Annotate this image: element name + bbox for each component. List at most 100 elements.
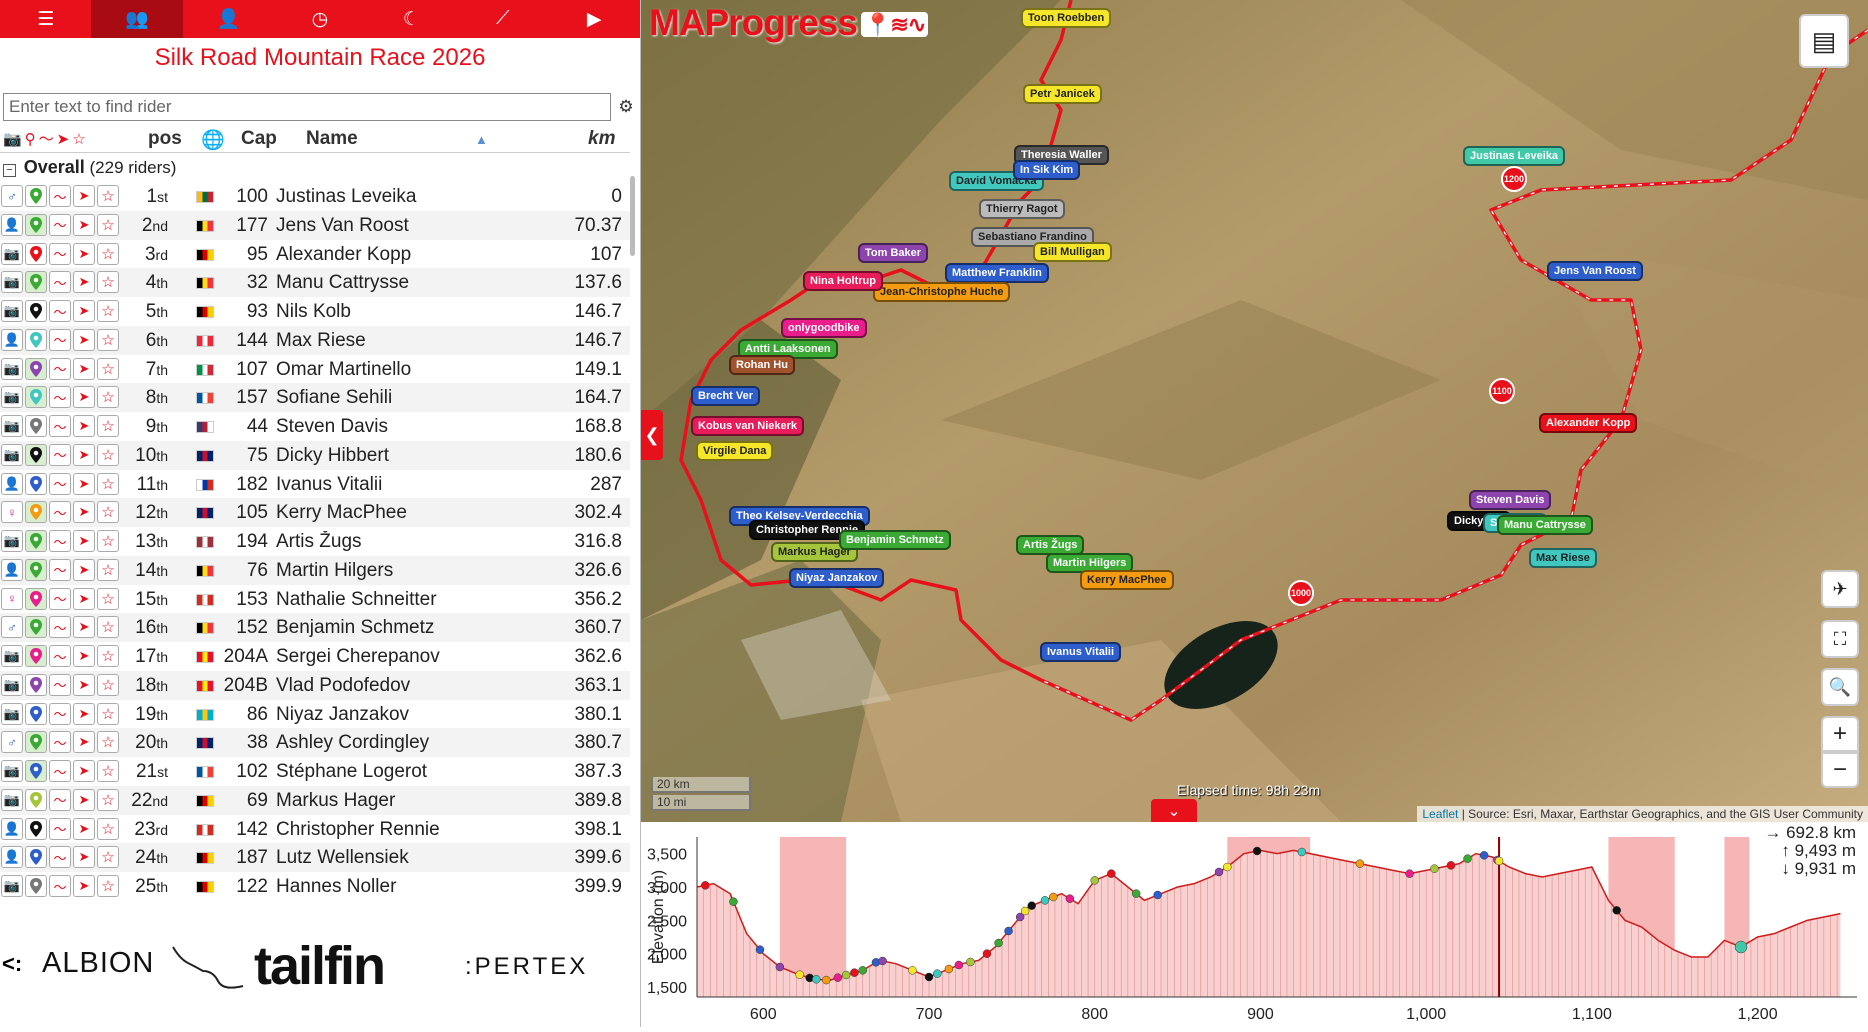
rider-marker-label[interactable]: Tom Baker [858, 243, 929, 263]
rider-marker-label[interactable]: Jean-Christophe Huche [873, 282, 1011, 302]
rider-name[interactable]: Sergei Cherepanov [276, 646, 496, 668]
table-row[interactable]: 📷 〜 ➤ ☆ 19th 86 Niyaz Janzakov 380.1 [0, 700, 630, 729]
rider-dot[interactable] [982, 949, 992, 958]
menu-icon[interactable]: ☰ [0, 0, 91, 38]
collapse-panel-button[interactable]: ❮ [641, 410, 663, 460]
map-pin-icon[interactable] [25, 788, 47, 811]
map-pin-icon[interactable] [25, 846, 47, 869]
rider-dot[interactable] [1131, 889, 1141, 898]
table-row[interactable]: ♀ 〜 ➤ ☆ 12th 105 Kerry MacPhee 302.4 [0, 498, 630, 527]
rider-type-icon[interactable]: 👤 [1, 558, 23, 581]
rider-name[interactable]: Ashley Cordingley [276, 732, 496, 754]
rider-dot[interactable] [858, 966, 867, 975]
map-pin-icon[interactable] [25, 386, 47, 409]
rider-dot[interactable] [878, 956, 887, 966]
rider-marker-label[interactable]: Brecht Ver [691, 386, 761, 406]
locate-icon[interactable]: ➤ [73, 271, 95, 294]
rider-dot[interactable] [701, 881, 710, 890]
elevation-chart[interactable]: 3,5003,0002,5002,0001,500600 700 800 900 1,0… [641, 822, 1868, 1027]
locate-icon[interactable]: ➤ [73, 242, 95, 265]
table-row[interactable]: ♀ 〜 ➤ ☆ 15th 153 Nathalie Schneitter 356.2 [0, 585, 630, 614]
rider-name[interactable]: Hannes Noller [276, 876, 496, 898]
rider-type-icon[interactable]: 📷 [1, 242, 23, 265]
rider-type-icon[interactable]: 📷 [1, 788, 23, 811]
zoom-search-icon[interactable]: 🔍 [1821, 668, 1859, 706]
favorite-icon[interactable]: ☆ [97, 213, 119, 236]
table-row[interactable]: 👤 〜 ➤ ☆ 2nd 177 Jens Van Roost 70.37 [0, 210, 630, 240]
map-pin-icon[interactable] [25, 760, 47, 782]
zoom-in-button[interactable]: + [1821, 716, 1859, 752]
satellite-terrain[interactable] [641, 0, 1868, 822]
rider-marker-label[interactable]: Kerry MacPhee [1080, 570, 1174, 590]
locate-icon[interactable]: ➤ [73, 530, 95, 552]
rider-name[interactable]: Jens Van Roost [276, 215, 496, 237]
rider-dot[interactable] [1405, 869, 1414, 878]
favorite-icon[interactable]: ☆ [97, 673, 119, 696]
table-row[interactable]: 📷 〜 ➤ ☆ 7th 107 Omar Martinello 149.1 [0, 355, 630, 384]
rider-type-icon[interactable]: 👤 [1, 328, 23, 351]
rider-type-icon[interactable]: 📷 [1, 530, 23, 552]
track-icon[interactable]: 〜 [49, 530, 71, 552]
col-header-km[interactable]: km [588, 128, 615, 150]
locate-icon[interactable]: ➤ [73, 846, 95, 869]
locate-icon[interactable]: ➤ [73, 443, 95, 466]
person-icon[interactable]: 👤 [183, 0, 274, 38]
maprogress-logo[interactable]: MAProgress 📍≋∿ [649, 2, 929, 44]
rider-marker-label[interactable]: Alexander Kopp [1539, 413, 1638, 433]
rider-marker-label[interactable]: Nina Holtrup [803, 271, 883, 291]
track-icon[interactable]: 〜 [49, 817, 71, 840]
rider-marker-label[interactable]: Steven Davis [1469, 490, 1552, 510]
rider-dot[interactable] [841, 970, 851, 980]
favorite-icon[interactable]: ☆ [97, 386, 119, 409]
collapse-icon[interactable]: − [3, 164, 16, 177]
track-icon[interactable]: 〜 [49, 846, 71, 869]
favorite-icon[interactable]: ☆ [97, 788, 119, 811]
rider-dot[interactable] [729, 897, 738, 906]
rider-type-icon[interactable]: 📷 [1, 702, 23, 725]
rider-name[interactable]: Max Riese [276, 330, 496, 352]
rider-marker-label[interactable]: Petr Janicek [1023, 84, 1102, 104]
map-pin-icon[interactable] [25, 558, 47, 581]
rider-dot[interactable] [944, 964, 954, 974]
rider-type-icon[interactable]: ♀ [1, 501, 23, 524]
favorite-icon[interactable]: ☆ [97, 271, 119, 294]
track-icon[interactable]: 〜 [49, 328, 71, 351]
table-row[interactable]: 📷 〜 ➤ ☆ 4th 32 Manu Cattrysse 137.6 [0, 268, 630, 297]
rider-marker-label[interactable]: Matthew Franklin [945, 263, 1049, 283]
locate-icon[interactable]: ➤ [73, 616, 95, 639]
track-icon[interactable]: 〜 [49, 587, 71, 610]
rider-type-icon[interactable]: ♂ [1, 731, 23, 754]
favorite-icon[interactable]: ☆ [97, 846, 119, 869]
rider-dot[interactable] [812, 975, 821, 984]
globe-icon[interactable]: 🌐 [201, 128, 225, 152]
rider-dot[interactable] [1049, 892, 1058, 902]
rider-dot[interactable] [908, 966, 917, 975]
rider-name[interactable]: Ivanus Vitalii [276, 474, 496, 496]
table-row[interactable]: ♂ 〜 ➤ ☆ 16th 152 Benjamin Schmetz 360.7 [0, 613, 630, 642]
table-row[interactable]: 📷 〜 ➤ ☆ 18th 204B Vlad Podofedov 363.1 [0, 670, 630, 700]
group-icon[interactable]: 👥 [91, 0, 183, 38]
table-row[interactable]: 📷 〜 ➤ ☆ 17th 204A Sergei Cherepanov 362.6 [0, 642, 630, 671]
track-icon[interactable]: 〜 [49, 501, 71, 524]
table-row[interactable]: 👤 〜 ➤ ☆ 11th 182 Ivanus Vitalii 287 [0, 470, 630, 499]
track-icon[interactable]: 〜 [49, 645, 71, 667]
table-row[interactable]: 📷 〜 ➤ ☆ 21st 102 Stéphane Logerot 387.3 [0, 757, 630, 786]
track-icon[interactable]: 〜 [49, 788, 71, 811]
favorite-icon[interactable]: ☆ [97, 501, 119, 524]
gear-icon[interactable]: ⚙ [614, 93, 638, 121]
rider-dot[interactable] [1612, 906, 1621, 915]
favorite-icon[interactable]: ☆ [97, 875, 119, 897]
rider-marker-label[interactable]: Bill Mulligan [1033, 242, 1112, 262]
sponsor-albion[interactable]: ALBION [42, 947, 154, 980]
rider-type-icon[interactable]: 👤 [1, 817, 23, 840]
rider-dot[interactable] [1355, 859, 1365, 868]
map-pin-icon[interactable] [25, 472, 47, 495]
search-input[interactable] [3, 93, 611, 121]
rider-marker-label[interactable]: Rohan Hu [729, 355, 795, 375]
favorite-icon[interactable]: ☆ [97, 760, 119, 782]
track-icon[interactable]: 〜 [49, 271, 71, 294]
rider-name[interactable]: Steven Davis [276, 416, 496, 438]
locate-icon[interactable]: ➤ [73, 213, 95, 236]
rider-type-icon[interactable]: 📷 [1, 645, 23, 667]
locate-icon[interactable]: ➤ [73, 817, 95, 840]
